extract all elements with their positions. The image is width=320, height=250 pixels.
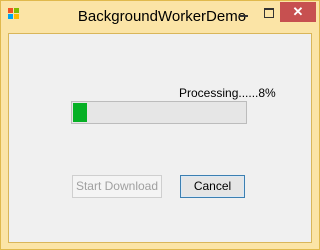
app-window: BackgroundWorkerDemo ✕ Processing......8…: [0, 0, 320, 250]
status-label: Processing......8%: [179, 86, 276, 100]
progress-fill: [73, 103, 87, 122]
progress-bar: [71, 101, 247, 124]
minimize-icon[interactable]: [233, 3, 255, 23]
cancel-button[interactable]: Cancel: [180, 175, 245, 198]
form-client-area: Processing......8% Start Download Cancel: [8, 33, 312, 243]
title-bar[interactable]: BackgroundWorkerDemo ✕: [1, 1, 319, 33]
maximize-icon[interactable]: [258, 3, 280, 23]
close-icon[interactable]: ✕: [280, 2, 316, 22]
app-icon[interactable]: [8, 8, 21, 21]
start-download-button[interactable]: Start Download: [72, 175, 162, 198]
window-title: BackgroundWorkerDemo: [77, 8, 247, 25]
